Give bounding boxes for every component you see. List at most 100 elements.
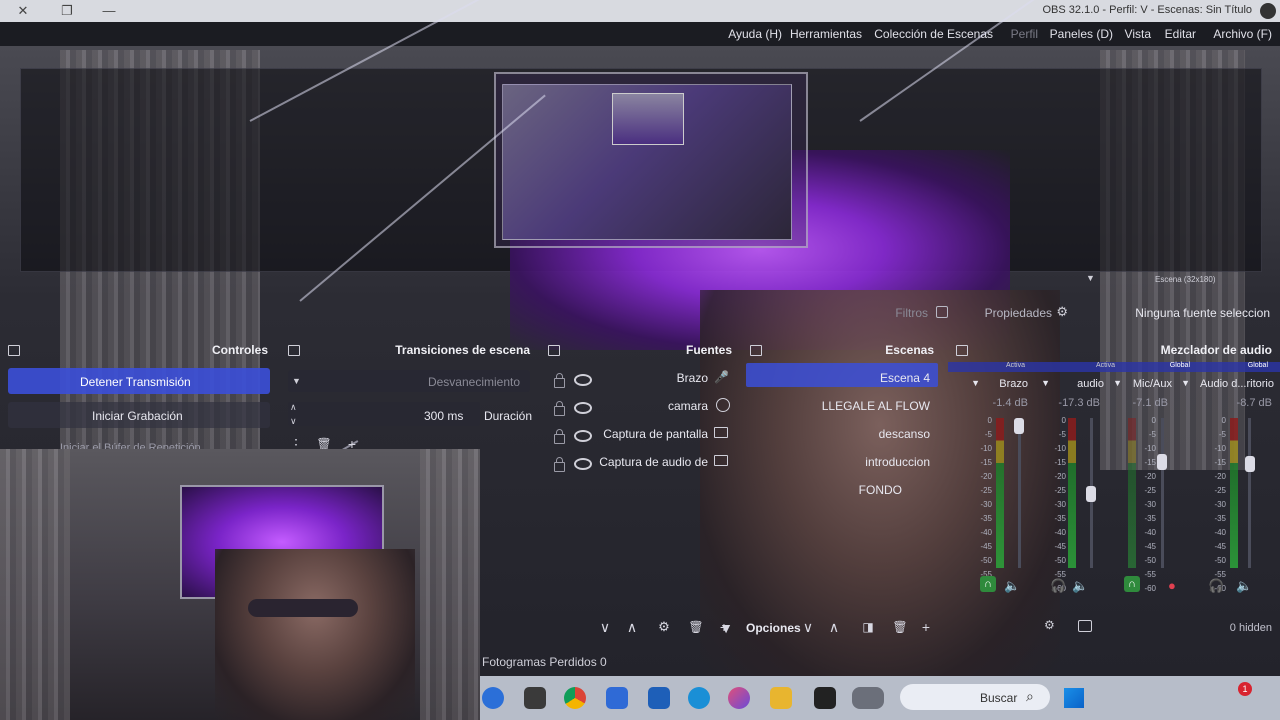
mixer-layout-icon[interactable] [1078, 620, 1092, 632]
move-down-icon[interactable]: ∨ [597, 619, 613, 635]
minimize-icon[interactable]: — [98, 1, 120, 21]
eye-icon[interactable] [574, 430, 592, 442]
chevron-down-icon[interactable]: ▼ [292, 376, 301, 386]
dock-float-icon[interactable] [548, 345, 560, 356]
capcut-icon[interactable] [524, 687, 546, 709]
volume-fader-knob[interactable] [1014, 418, 1024, 434]
move-down-icon[interactable]: ∨ [800, 619, 816, 635]
db-scale-tick: -5 [984, 430, 992, 439]
app-icon[interactable] [852, 687, 884, 709]
scene-item[interactable]: descanso [879, 427, 930, 441]
db-scale-tick: -50 [1144, 556, 1156, 565]
menu-ayuda[interactable]: Ayuda (H) [728, 27, 782, 41]
spin-down-icon[interactable]: ∨ [290, 416, 297, 427]
channel-db: -17.3 dB [1058, 397, 1100, 409]
widgets-icon[interactable] [482, 687, 504, 709]
db-scale-tick: -25 [1144, 486, 1156, 495]
notification-badge[interactable]: 1 [1238, 682, 1252, 696]
camera-icon [716, 398, 730, 412]
dock-float-icon[interactable] [956, 345, 968, 356]
db-scale-tick: -45 [1144, 542, 1156, 551]
headphones-icon[interactable]: 🎧 [1208, 578, 1224, 594]
sources-dock: Fuentes 🎤 Brazo camara Captura de pantal… [540, 340, 740, 640]
obs-logo-icon [1260, 3, 1276, 19]
copilot-icon[interactable] [728, 687, 750, 709]
volume-fader-track[interactable] [1161, 418, 1164, 568]
terminal-icon[interactable] [814, 687, 836, 709]
eye-icon[interactable] [574, 458, 592, 470]
menu-herramientas[interactable]: Herramientas [790, 27, 862, 41]
lock-icon[interactable] [554, 457, 565, 472]
headphones-icon[interactable]: 🎧 [1050, 578, 1066, 594]
mail-icon[interactable] [606, 687, 628, 709]
dock-float-icon[interactable] [288, 345, 300, 356]
mixer-tab-active[interactable]: Activa [1096, 362, 1115, 369]
dock-float-icon[interactable] [750, 345, 762, 356]
trash-icon[interactable]: 🗑 [892, 619, 908, 635]
scene-item[interactable]: introduccion [865, 455, 930, 469]
headphones-icon[interactable]: ∩ [980, 576, 996, 592]
maximize-icon[interactable]: ❐ [56, 1, 78, 21]
source-item[interactable]: Brazo [677, 371, 708, 385]
hidden-count[interactable]: 0 hidden [1230, 622, 1272, 634]
mixer-tab-active-2[interactable]: Activa [1006, 362, 1025, 369]
volume-fader-knob[interactable] [1086, 486, 1096, 503]
source-item[interactable]: camara [668, 399, 708, 413]
menu-perfil[interactable]: Perfil [1011, 27, 1038, 41]
volume-fader-track[interactable] [1018, 418, 1021, 568]
chevron-down-icon[interactable]: ▼ [971, 378, 980, 388]
file-explorer-icon[interactable] [770, 687, 792, 709]
store-icon[interactable] [648, 687, 670, 709]
trash-icon[interactable]: 🗑 [688, 619, 704, 635]
chevron-down-icon[interactable]: ▼ [1041, 378, 1050, 388]
add-scene-button[interactable]: + [918, 619, 934, 635]
chrome-icon[interactable] [564, 687, 586, 709]
chevron-down-icon[interactable]: ▼ [1086, 273, 1095, 283]
scene-item[interactable]: LLEGALE AL FLOW [822, 399, 930, 413]
db-scale-tick: -10 [1054, 444, 1066, 453]
add-source-button[interactable]: + [716, 619, 732, 635]
chevron-down-icon[interactable]: ▼ [1113, 378, 1122, 388]
scene-item[interactable]: Escena 4 [880, 371, 930, 385]
scene-filter-icon[interactable]: ◨ [860, 619, 876, 635]
source-item[interactable]: Captura de pantalla [603, 427, 708, 441]
options-button[interactable]: Opciones [746, 621, 801, 635]
lock-icon[interactable] [554, 429, 565, 444]
menu-editar[interactable]: Editar [1165, 27, 1196, 41]
source-item[interactable]: Captura de audio de [599, 455, 708, 469]
lock-icon[interactable] [554, 373, 565, 388]
spin-up-icon[interactable]: ∧ [290, 402, 297, 413]
volume-fader-track[interactable] [1248, 418, 1251, 568]
menu-vista[interactable]: Vista [1125, 27, 1151, 41]
db-scale-tick: -50 [1214, 556, 1226, 565]
chevron-down-icon[interactable]: ▼ [1181, 378, 1190, 388]
speaker-icon[interactable]: 🔈 [1004, 578, 1020, 594]
volume-fader-knob[interactable] [1157, 454, 1167, 471]
lock-icon[interactable] [554, 401, 565, 416]
volume-fader-knob[interactable] [1245, 455, 1255, 472]
mixer-tab-global-2[interactable]: Global [1170, 362, 1190, 369]
move-up-icon[interactable]: ∧ [624, 619, 640, 635]
mixer-tab-global[interactable]: Global [1248, 362, 1268, 369]
speaker-icon[interactable]: 🔈 [1236, 578, 1252, 594]
properties-button[interactable]: Propiedades [985, 306, 1052, 320]
filters-button[interactable]: Filtros [895, 306, 928, 320]
menu-archivo[interactable]: Archivo (F) [1213, 27, 1272, 41]
move-up-icon[interactable]: ∧ [826, 619, 842, 635]
gear-icon[interactable]: ⚙ [1056, 304, 1068, 320]
speaker-icon[interactable]: 🔈 [1072, 578, 1088, 594]
scene-item[interactable]: FONDO [859, 483, 902, 497]
eye-icon[interactable] [574, 402, 592, 414]
headphones-icon[interactable]: ∩ [1124, 576, 1140, 592]
edge-icon[interactable] [688, 687, 710, 709]
db-scale-tick: 0 [987, 416, 992, 425]
eye-icon[interactable] [574, 374, 592, 386]
dock-float-icon[interactable] [8, 345, 20, 356]
close-icon[interactable]: ✕ [12, 1, 34, 21]
mute-icon[interactable]: ● [1168, 578, 1176, 593]
windows-start-icon[interactable] [1064, 688, 1084, 708]
menu-paneles[interactable]: Paneles (D) [1050, 27, 1113, 41]
search-icon[interactable]: ⌕ [1026, 688, 1034, 705]
gear-icon[interactable]: ⚙ [1044, 618, 1055, 632]
gear-icon[interactable]: ⚙ [656, 619, 672, 635]
